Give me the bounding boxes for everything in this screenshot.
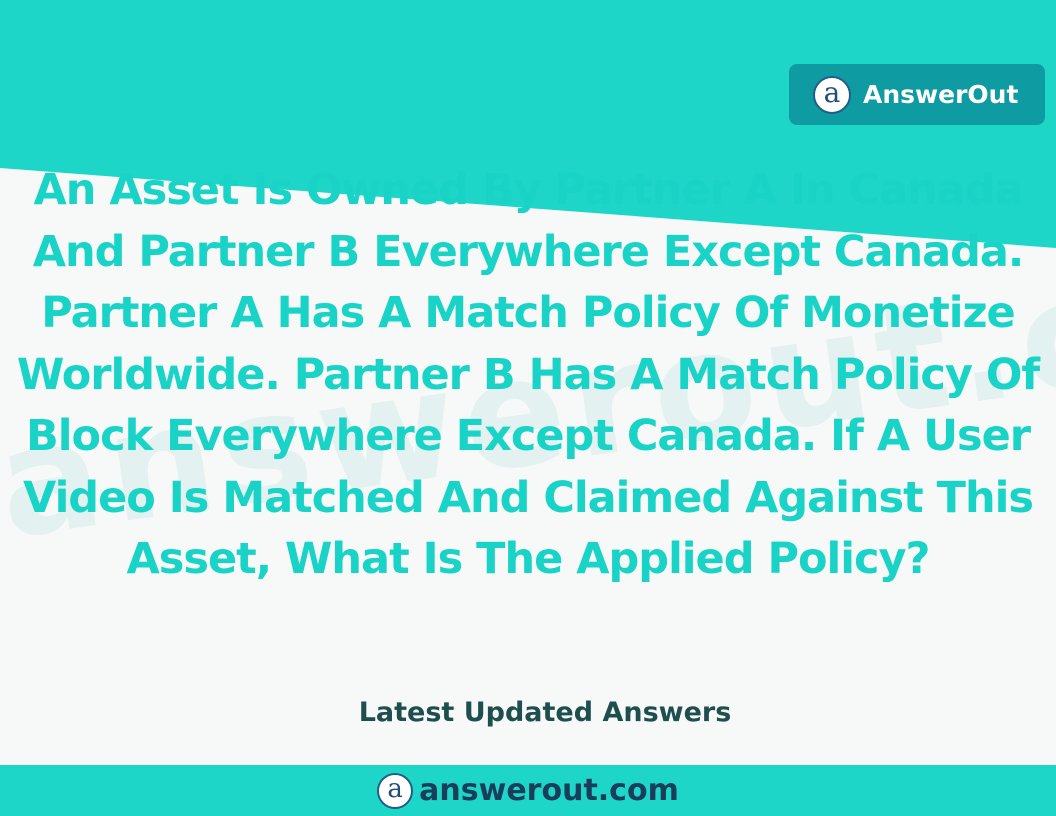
tagline: Latest Updated Answers [358, 697, 732, 728]
question-title: An Asset Is Owned By Partner A In Canada… [16, 165, 1040, 584]
footer-bar: a answerout.com [0, 765, 1056, 816]
brand-name: AnswerOut [863, 80, 1019, 109]
brand-badge[interactable]: a AnswerOut [789, 64, 1045, 125]
answerout-logo-icon: a [813, 75, 851, 114]
answerout-logo-icon: a [377, 772, 414, 809]
footer-url-link[interactable]: answerout.com [419, 773, 679, 808]
